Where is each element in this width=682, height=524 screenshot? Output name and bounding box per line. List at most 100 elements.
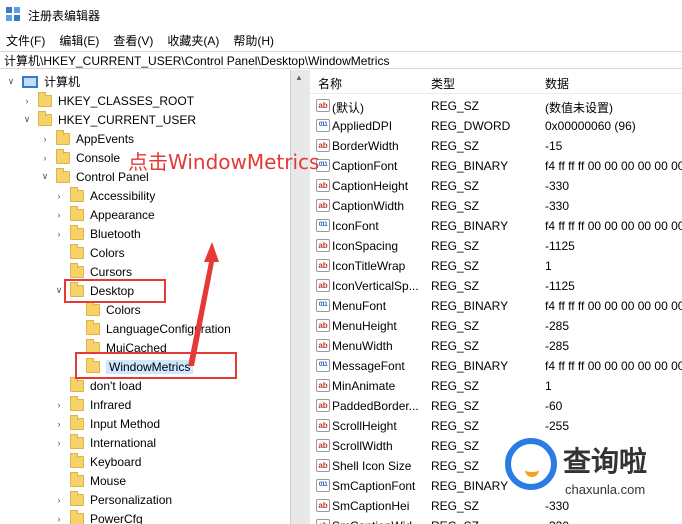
folder-icon [70, 205, 84, 221]
tree-item-label: Colors [106, 302, 141, 317]
tree-item[interactable]: › Appearance [54, 205, 155, 224]
chevron-down-icon[interactable]: ∨ [54, 285, 64, 296]
tree-item[interactable]: › Input Method [54, 414, 160, 433]
tree-item[interactable]: › Console [40, 148, 120, 167]
table-row[interactable]: 011 MenuFont REG_BINARY f4 ff ff ff 00 00 0… [310, 296, 682, 316]
string-value-icon: ab [316, 499, 330, 512]
value-name: AppliedDPI [332, 119, 393, 133]
chevron-right-icon[interactable]: › [40, 153, 50, 163]
value-data: -285 [545, 339, 570, 353]
folder-icon [86, 300, 100, 316]
tree-item[interactable]: Keyboard [54, 452, 141, 471]
table-row[interactable]: 011 MessageFont REG_BINARY f4 ff ff ff 00 0… [310, 356, 682, 376]
value-name: ScrollWidth [332, 439, 393, 453]
table-row[interactable]: ab CaptionHeight REG_SZ -330 [310, 176, 682, 196]
binary-value-icon: 011 [316, 359, 330, 372]
tree-item-label: International [90, 435, 157, 450]
tree-item-label: Bluetooth [90, 226, 141, 241]
scroll-up-icon[interactable]: ▲ [295, 73, 303, 82]
tree-item[interactable]: › HKEY_CLASSES_ROOT [22, 91, 194, 110]
tree-item[interactable]: ∨ HKEY_CURRENT_USER [22, 110, 196, 129]
table-row[interactable]: 011 CaptionFont REG_BINARY f4 ff ff ff 00 0… [310, 156, 682, 176]
title-bar: 注册表编辑器 [0, 0, 682, 30]
string-value-icon: ab [316, 259, 330, 272]
table-row[interactable]: ab CaptionWidth REG_SZ -330 [310, 196, 682, 216]
chevron-right-icon[interactable]: › [54, 191, 64, 201]
table-row[interactable]: ab (默认) REG_SZ (数值未设置) [310, 96, 682, 116]
menu-edit[interactable]: 编辑(E) [59, 32, 99, 49]
string-value-icon: ab [316, 179, 330, 192]
value-name: MessageFont [332, 359, 405, 373]
tree-item-label: Infrared [90, 397, 132, 412]
folder-icon [70, 414, 84, 430]
menu-file[interactable]: 文件(F) [6, 32, 45, 49]
table-row[interactable]: ab IconSpacing REG_SZ -1125 [310, 236, 682, 256]
list-header: 名称 类型 数据 [310, 70, 682, 94]
chevron-down-icon[interactable]: ∨ [6, 76, 16, 87]
tree-item-label: don't load [90, 378, 142, 393]
value-type: REG_BINARY [431, 219, 509, 233]
value-type: REG_SZ [431, 239, 480, 253]
value-type: REG_SZ [431, 339, 480, 353]
column-header-data[interactable]: 数据 [545, 75, 569, 92]
value-name: MenuWidth [332, 339, 393, 353]
table-row[interactable]: ab PaddedBorder... REG_SZ -60 [310, 396, 682, 416]
tree-item-label: Cursors [90, 264, 133, 279]
table-row[interactable]: ab IconVerticalSp... REG_SZ -1125 [310, 276, 682, 296]
menu-favorites[interactable]: 收藏夹(A) [167, 32, 219, 49]
chevron-right-icon[interactable]: › [40, 134, 50, 144]
tree-item[interactable]: Colors [54, 243, 125, 262]
chevron-right-icon[interactable]: › [54, 438, 64, 448]
chevron-down-icon[interactable]: ∨ [22, 114, 32, 125]
tree-scrollbar[interactable]: ▲ [290, 70, 310, 524]
value-name: IconSpacing [332, 239, 399, 253]
table-row[interactable]: abSmCaptionWid REG_SZ -330 [310, 516, 682, 524]
table-row[interactable]: ab MenuWidth REG_SZ -285 [310, 336, 682, 356]
value-type: REG_SZ [431, 99, 480, 113]
table-row[interactable]: ab IconTitleWrap REG_SZ 1 [310, 256, 682, 276]
chevron-right-icon[interactable]: › [54, 229, 64, 239]
table-row[interactable]: ab MenuHeight REG_SZ -285 [310, 316, 682, 336]
tree-item-label: Input Method [90, 416, 161, 431]
table-row[interactable]: ab MinAnimate REG_SZ 1 [310, 376, 682, 396]
menu-bar: 文件(F) 编辑(E) 查看(V) 收藏夹(A) 帮助(H) [0, 30, 682, 50]
table-row[interactable]: ab ScrollHeight REG_SZ -255 [310, 416, 682, 436]
tree-item[interactable]: › International [54, 433, 156, 452]
tree-item[interactable]: › Bluetooth [54, 224, 141, 243]
chevron-down-icon[interactable]: ∨ [40, 171, 50, 182]
binary-value-icon: 011 [316, 299, 330, 312]
tree-item-label: Personalization [90, 492, 173, 507]
column-header-type[interactable]: 类型 [431, 75, 455, 92]
string-value-icon: ab [316, 239, 330, 252]
value-type: REG_SZ [431, 139, 480, 153]
tree-item[interactable]: Mouse [54, 471, 126, 490]
folder-icon [38, 110, 52, 126]
menu-view[interactable]: 查看(V) [113, 32, 153, 49]
column-header-name[interactable]: 名称 [318, 75, 342, 92]
menu-help[interactable]: 帮助(H) [233, 32, 274, 49]
value-data: -1125 [545, 239, 575, 253]
value-data: f4 ff ff ff 00 00 00 00 00 00 0 [545, 159, 682, 173]
tree-item[interactable]: › Accessibility [54, 186, 155, 205]
tree-item[interactable]: › Personalization [54, 490, 172, 509]
folder-icon [70, 452, 84, 468]
tree-item[interactable]: › PowerCfg [54, 509, 143, 524]
table-row[interactable]: 011 IconFont REG_BINARY f4 ff ff ff 00 00 0… [310, 216, 682, 236]
value-type: REG_SZ [431, 319, 480, 333]
address-bar[interactable]: 计算机\HKEY_CURRENT_USER\Control Panel\Desk… [0, 51, 682, 69]
chevron-right-icon[interactable]: › [54, 495, 64, 505]
chevron-right-icon[interactable]: › [54, 210, 64, 220]
chevron-right-icon[interactable]: › [54, 514, 64, 524]
tree-item[interactable]: › Infrared [54, 395, 131, 414]
value-type: REG_SZ [431, 399, 480, 413]
value-type: REG_SZ [431, 279, 480, 293]
value-name: CaptionHeight [332, 179, 409, 193]
tree-item[interactable]: › AppEvents [40, 129, 134, 148]
chevron-right-icon[interactable]: › [54, 400, 64, 410]
chevron-right-icon[interactable]: › [22, 96, 32, 106]
table-row[interactable]: ab BorderWidth REG_SZ -15 [310, 136, 682, 156]
table-row[interactable]: 011 AppliedDPI REG_DWORD 0x00000060 (96) [310, 116, 682, 136]
tree-item[interactable]: ∨ 计算机 [6, 72, 80, 91]
address-path[interactable]: 计算机\HKEY_CURRENT_USER\Control Panel\Desk… [4, 52, 389, 69]
chevron-right-icon[interactable]: › [54, 419, 64, 429]
